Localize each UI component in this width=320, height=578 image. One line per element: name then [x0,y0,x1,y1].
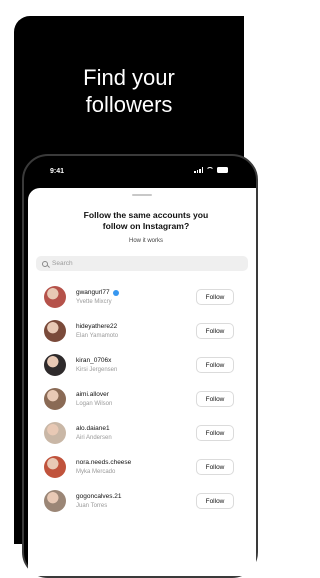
wifi-icon [206,167,214,173]
follow-button[interactable]: Follow [196,459,234,475]
account-full-name: Kirsi Jergensen [76,367,118,373]
account-row: nora.needs.cheese Myka Mercado Follow [28,450,256,484]
username-text: gogoncalves.21 [76,493,122,500]
account-full-name: Juan Torres [76,503,108,509]
verified-badge-icon [112,289,119,296]
account-full-name: Yvette Mixcry [76,299,112,305]
account-username: alo.daiane1 [76,425,110,432]
follow-sheet: Follow the same accounts you follow on I… [28,188,256,576]
search-icon [42,260,48,267]
how-it-works-link[interactable]: How it works [36,238,256,244]
avatar[interactable] [44,422,66,444]
avatar[interactable] [44,456,66,478]
username-text: hideyathere22 [76,323,118,330]
follow-button[interactable]: Follow [196,289,234,305]
account-username: aimi.allover [76,391,109,398]
account-full-name: Elan Yamamoto [76,333,119,339]
account-row: kiran_0706x Kirsi Jergensen Follow [28,348,256,382]
account-row: gwangurl77 Yvette Mixcry Follow [28,280,256,314]
sheet-title: Follow the same accounts you follow on I… [36,210,256,232]
battery-icon [217,167,228,173]
follow-button[interactable]: Follow [196,357,234,373]
follow-button[interactable]: Follow [196,425,234,441]
search-bar[interactable] [36,256,248,271]
avatar[interactable] [44,388,66,410]
account-username: kiran_0706x [76,357,111,364]
follow-button[interactable]: Follow [196,323,234,339]
account-row: aimi.allover Logan Wilson Follow [28,382,256,416]
system-icons [194,167,228,173]
account-full-name: Myka Mercado [76,469,116,475]
account-row: gogoncalves.21 Juan Torres Follow [28,484,256,518]
follow-button[interactable]: Follow [196,391,234,407]
status-bar: 9:41 [24,156,256,188]
account-username: gogoncalves.21 [76,493,122,500]
account-row: hideyathere22 Elan Yamamoto Follow [28,314,256,348]
headline-line-1: Find your [83,65,175,90]
username-text: aimi.allover [76,391,109,398]
phone-mockup: 9:41 Follow the same accounts you follow… [22,154,258,578]
sheet-title-line-2: follow on Instagram? [102,221,190,231]
avatar[interactable] [44,490,66,512]
avatar[interactable] [44,354,66,376]
avatar[interactable] [44,286,66,308]
follow-button[interactable]: Follow [196,493,234,509]
signal-icon [194,167,203,173]
promo-headline: Find your followers [14,64,244,118]
account-username: hideyathere22 [76,323,117,330]
avatar[interactable] [44,320,66,342]
account-list: gwangurl77 Yvette Mixcry Follow hideyath… [28,280,256,518]
headline-line-2: followers [85,92,173,117]
username-text: alo.daiane1 [76,425,110,432]
sheet-title-line-1: Follow the same accounts you [83,210,209,220]
sheet-grabber[interactable] [132,194,152,196]
account-full-name: Airi Andersen [76,435,112,441]
search-input[interactable] [52,260,172,267]
account-row: alo.daiane1 Airi Andersen Follow [28,416,256,450]
username-text: gwangurl77 [76,289,110,296]
status-time: 9:41 [50,168,65,175]
account-username: gwangurl77 [76,289,119,296]
username-text: nora.needs.cheese [76,459,132,466]
username-text: kiran_0706x [76,357,112,364]
account-username: nora.needs.cheese [76,459,131,466]
account-full-name: Logan Wilson [76,401,113,407]
